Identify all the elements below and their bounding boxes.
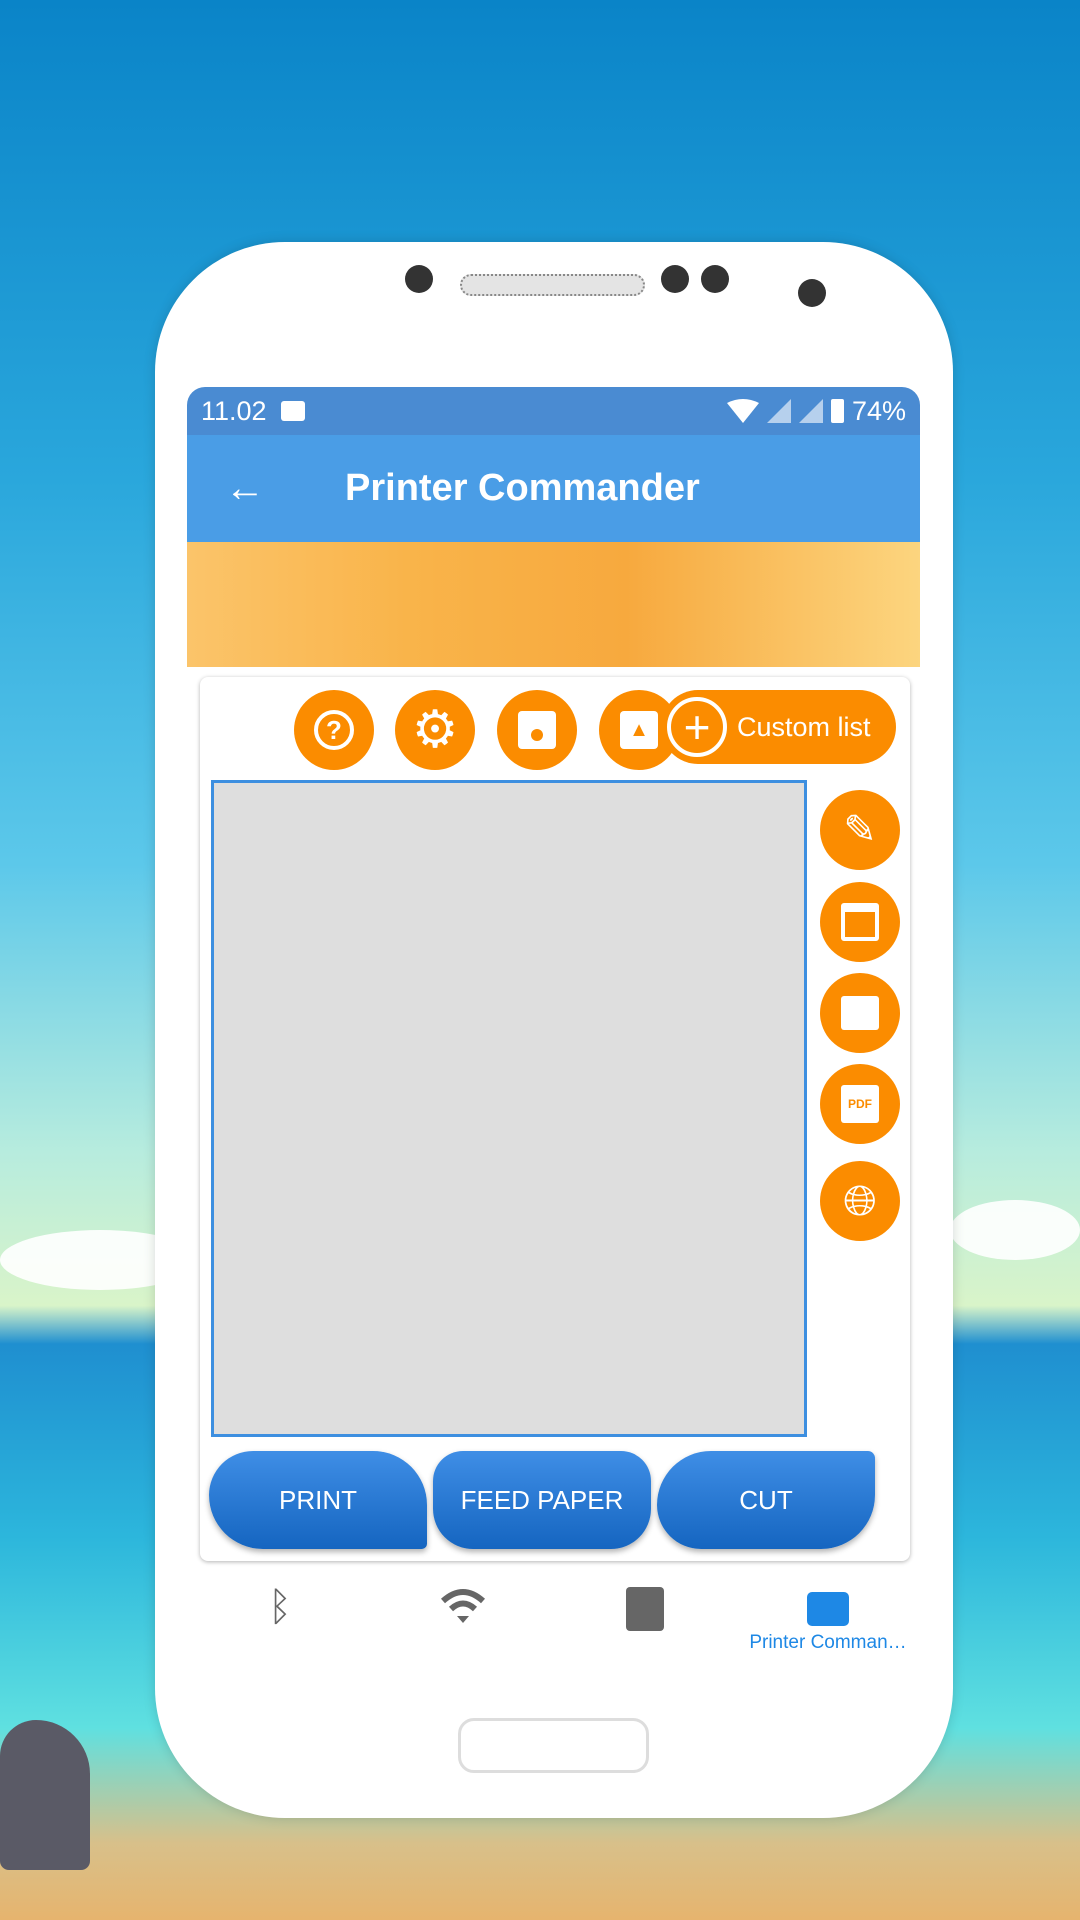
nav-printer-commander[interactable]: Printer Comman… xyxy=(738,1592,918,1654)
back-arrow-icon[interactable]: ← xyxy=(225,466,345,511)
header-banner xyxy=(187,542,920,667)
cut-label: CUT xyxy=(739,1484,793,1515)
cell-signal-icon xyxy=(798,399,823,423)
notes-icon xyxy=(626,1587,664,1631)
add-pdf-button[interactable]: PDF xyxy=(820,1064,900,1144)
nav-label: Printer Comman… xyxy=(749,1632,907,1653)
app-bar: ← Printer Commander xyxy=(187,435,920,542)
save-button[interactable] xyxy=(497,690,577,770)
cloud xyxy=(950,1200,1080,1260)
sensor xyxy=(661,265,689,293)
feed-paper-button[interactable]: FEED PAPER xyxy=(433,1451,651,1549)
nav-bluetooth[interactable]: ᛒ xyxy=(190,1585,370,1630)
sensor xyxy=(701,265,729,293)
nav-wifi[interactable] xyxy=(373,1585,553,1625)
add-circle-icon: + xyxy=(667,697,727,757)
printer-notification-icon xyxy=(280,401,305,421)
battery-icon xyxy=(830,399,844,423)
settings-button[interactable]: ⚙ xyxy=(395,690,475,770)
calendar-icon xyxy=(841,903,879,941)
screen: 11.02 74% ← Printer Commander ? ⚙ ▲ + Cu… xyxy=(187,387,920,1703)
feed-paper-label: FEED PAPER xyxy=(460,1484,624,1515)
printer-icon xyxy=(807,1592,849,1626)
battery-percent: 74% xyxy=(851,395,906,426)
status-time: 11.02 xyxy=(201,395,267,426)
help-icon: ? xyxy=(314,710,354,750)
print-label: PRINT xyxy=(279,1484,357,1515)
print-button[interactable]: PRINT xyxy=(209,1451,427,1549)
custom-list-label: Custom list xyxy=(737,711,871,742)
home-button[interactable] xyxy=(458,1718,649,1773)
print-canvas[interactable] xyxy=(211,780,807,1437)
globe-icon: 🌐︎ xyxy=(843,1177,877,1224)
help-button[interactable]: ? xyxy=(294,690,374,770)
custom-list-button[interactable]: + Custom list xyxy=(661,690,896,764)
nav-notes[interactable] xyxy=(555,1585,735,1631)
page-title: Printer Commander xyxy=(345,467,700,509)
editor-card: ? ⚙ ▲ + Custom list ✎ PDF 🌐︎ PRINT FEED … xyxy=(200,677,910,1561)
add-date-button[interactable] xyxy=(820,882,900,962)
add-image-button[interactable] xyxy=(820,973,900,1053)
speaker xyxy=(460,274,645,296)
image-icon xyxy=(841,996,879,1030)
cut-button[interactable]: CUT xyxy=(657,1451,875,1549)
bluetooth-icon: ᛒ xyxy=(268,1585,292,1629)
gear-icon: ⚙ xyxy=(411,701,459,759)
sensor xyxy=(798,279,826,307)
wifi-icon xyxy=(440,1589,486,1623)
wifi-signal-icon xyxy=(726,399,759,423)
rock xyxy=(0,1720,90,1870)
status-bar: 11.02 74% xyxy=(187,387,920,435)
pencil-icon: ✎ xyxy=(843,808,877,852)
upload-icon: ▲ xyxy=(620,711,658,749)
add-text-button[interactable]: ✎ xyxy=(820,790,900,870)
pdf-icon: PDF xyxy=(841,1085,879,1123)
cell-signal-icon xyxy=(766,399,791,423)
front-camera xyxy=(405,265,433,293)
add-web-button[interactable]: 🌐︎ xyxy=(820,1161,900,1241)
save-icon xyxy=(518,711,556,749)
